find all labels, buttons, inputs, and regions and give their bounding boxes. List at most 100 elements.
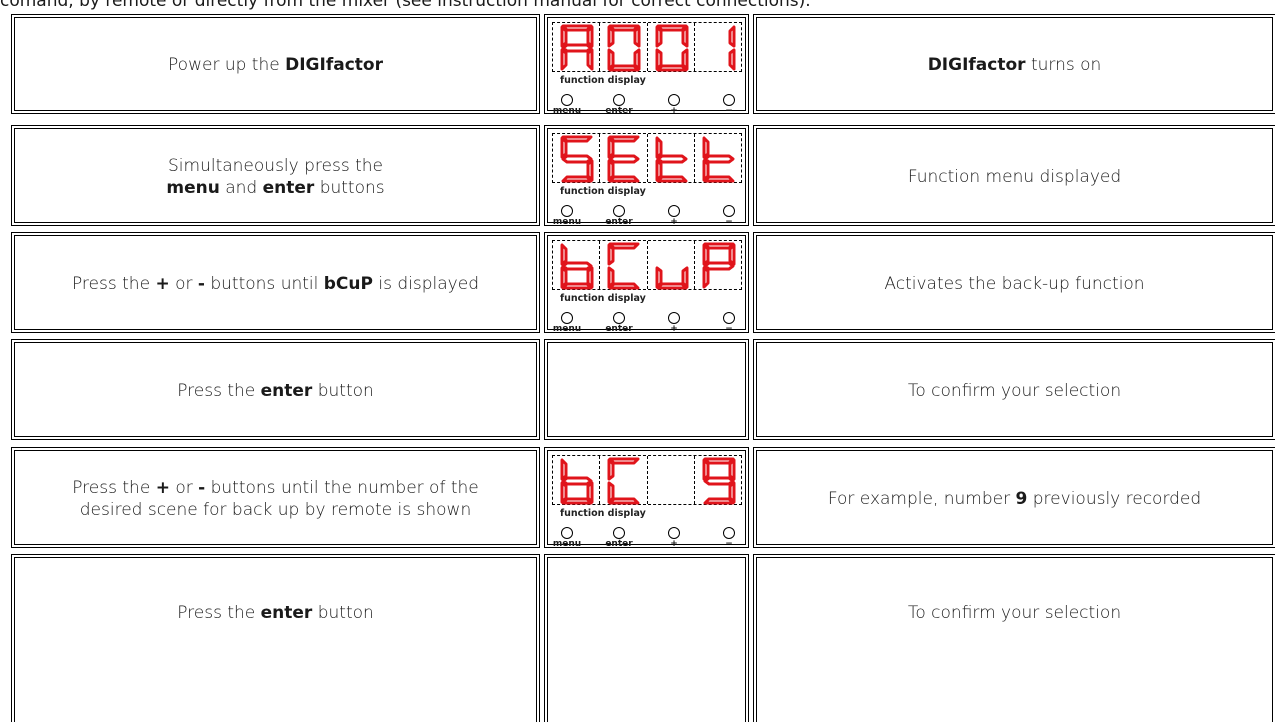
button-label: menu <box>552 324 582 334</box>
display-digit <box>553 241 601 290</box>
function-display-label: function display <box>560 186 646 197</box>
display-digit <box>600 134 648 183</box>
menu-button: menu <box>552 94 582 116</box>
display-digit <box>695 241 741 289</box>
seven-segment-glyph <box>655 266 688 290</box>
seven-segment-glyph <box>560 135 594 183</box>
button-circle-icon <box>561 527 573 539</box>
seven-segment-glyph <box>654 458 690 504</box>
button-label: + <box>670 106 678 116</box>
minus-button: − <box>714 205 744 227</box>
seven-segment-glyph <box>607 135 640 183</box>
function-display-cell: function display menu enter + − <box>544 125 749 227</box>
segment-display <box>552 240 742 290</box>
function-display-label: function display <box>560 293 646 304</box>
step-action-cell: Simultaneously press the menu and enter b… <box>11 125 540 226</box>
seven-segment-glyph <box>560 243 594 290</box>
step-result-text: Activates the back-up function <box>884 273 1145 294</box>
step-result-text: DIGIfactor turns on <box>927 55 1102 75</box>
button-circle-icon <box>668 312 680 324</box>
function-display-cell <box>544 554 749 722</box>
button-label: enter <box>605 106 633 116</box>
display-digit <box>648 241 695 290</box>
function-display-panel: function display menu enter + − <box>548 451 745 549</box>
intro-text: comand, by remote or directly from the m… <box>0 0 811 11</box>
step-action-text: Power up the DIGIfactor <box>168 55 383 75</box>
button-circle-icon <box>668 527 680 539</box>
function-display-panel: function display menu enter + − <box>548 18 745 116</box>
segment-display <box>552 22 742 72</box>
button-circle-icon <box>561 94 573 106</box>
plus-button: + <box>659 527 689 549</box>
minus-button: − <box>714 527 744 549</box>
step-result-cell: Activates the back-up function <box>753 232 1275 333</box>
display-digit <box>695 456 741 505</box>
step-result-text: To confirm your selection <box>907 603 1122 623</box>
function-display-label: function display <box>560 75 646 86</box>
function-display-cell: function display menu enter + − <box>544 447 749 549</box>
button-label: − <box>725 539 733 549</box>
plus-button: + <box>659 94 689 116</box>
function-display-panel: function display menu enter + − <box>548 129 745 227</box>
seven-segment-glyph <box>655 24 688 72</box>
button-label: + <box>670 539 678 549</box>
button-circle-icon <box>723 205 735 217</box>
button-circle-icon <box>723 527 735 539</box>
step-result-text: For example, number 9 previously recorde… <box>827 488 1202 509</box>
seven-segment-glyph <box>702 136 735 183</box>
enter-button: enter <box>604 205 634 227</box>
menu-button: menu <box>552 205 582 227</box>
step-result-cell: Function menu displayed <box>753 125 1275 226</box>
seven-segment-glyph <box>560 24 594 71</box>
button-circle-icon <box>668 94 680 106</box>
function-display-cell: function display menu enter + − <box>544 232 749 334</box>
step-action-text: Press the enter button <box>177 603 374 623</box>
step-action-cell: Press the + or - buttons until bCuP is d… <box>11 232 540 333</box>
display-digit <box>695 23 741 71</box>
function-display-panel: function display menu enter + − <box>548 236 745 334</box>
enter-button: enter <box>604 312 634 334</box>
display-digit <box>695 134 741 183</box>
minus-button: − <box>714 312 744 334</box>
seven-segment-glyph <box>560 458 594 505</box>
display-digit <box>600 456 648 505</box>
step-action-cell: Press the enter button <box>11 339 540 440</box>
step-result-cell: To confirm your selection <box>753 554 1275 722</box>
display-digit <box>600 23 648 72</box>
button-label: − <box>725 324 733 334</box>
display-digit <box>553 134 601 183</box>
function-display-label: function display <box>560 508 646 519</box>
plus-button: + <box>659 205 689 227</box>
button-circle-icon <box>561 205 573 217</box>
step-action-cell: Press the + or - buttons until the numbe… <box>11 447 540 548</box>
display-digit <box>600 241 648 290</box>
button-circle-icon <box>613 312 625 324</box>
button-label: enter <box>605 324 633 334</box>
button-circle-icon <box>723 312 735 324</box>
display-digit <box>648 456 695 504</box>
seven-segment-glyph <box>702 457 736 505</box>
display-digit <box>648 23 695 72</box>
enter-button: enter <box>604 527 634 549</box>
display-digit <box>648 134 695 183</box>
button-label: enter <box>605 539 633 549</box>
button-circle-icon <box>613 94 625 106</box>
button-circle-icon <box>668 205 680 217</box>
step-result-cell: To confirm your selection <box>753 339 1275 440</box>
button-label: − <box>725 217 733 227</box>
button-circle-icon <box>561 312 573 324</box>
menu-button: menu <box>552 312 582 334</box>
step-action-text: Simultaneously press the menu and enter b… <box>166 155 385 198</box>
button-circle-icon <box>723 94 735 106</box>
step-result-cell: DIGIfactor turns on <box>753 14 1275 114</box>
button-circle-icon <box>613 205 625 217</box>
seven-segment-glyph <box>607 242 640 290</box>
seven-segment-glyph <box>607 457 640 505</box>
button-label: enter <box>605 217 633 227</box>
minus-button: − <box>714 94 744 116</box>
step-result-cell: For example, number 9 previously recorde… <box>753 447 1275 548</box>
button-label: menu <box>552 539 582 549</box>
step-result-text: Function menu displayed <box>907 166 1122 187</box>
step-action-cell: Power up the DIGIfactor <box>11 14 540 114</box>
step-action-cell: Press the enter button <box>11 554 540 722</box>
